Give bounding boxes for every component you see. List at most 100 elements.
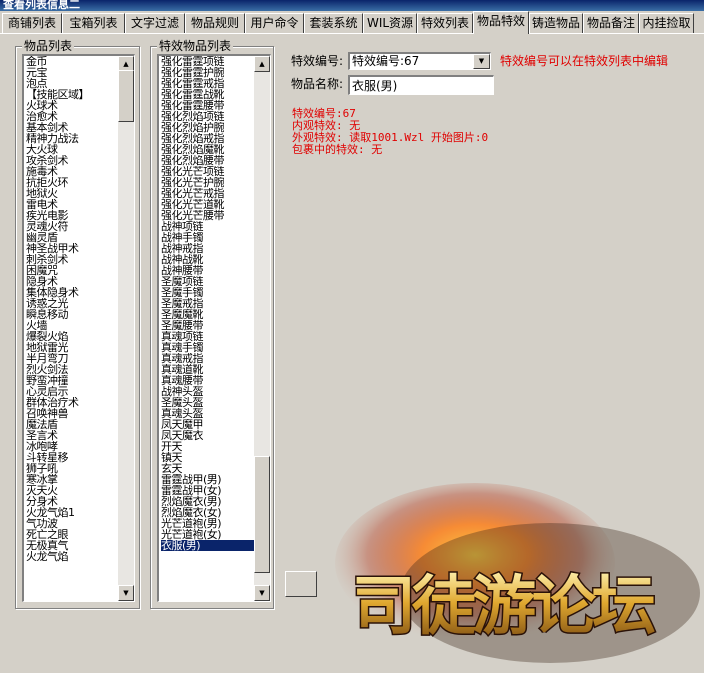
list-item[interactable]: 神圣战甲术 [26,243,118,254]
list-item[interactable]: 圣言术 [26,430,118,441]
list-item[interactable]: 凤天魔甲 [161,419,254,430]
list-item[interactable]: 大火球 [26,144,118,155]
list-item[interactable]: 强化雷霆战靴 [161,89,254,100]
list-item[interactable]: 野蛮冲撞 [26,375,118,386]
tab-12[interactable]: 内挂捡取 [639,13,694,33]
list-item[interactable]: 抗拒火环 [26,177,118,188]
list-item[interactable]: 战神头盔 [161,386,254,397]
list-item[interactable]: 金币 [26,56,118,67]
list-item[interactable]: 强化烈焰魔靴 [161,144,254,155]
tab-9[interactable]: 物品特效 [473,11,529,34]
list-item[interactable]: 元宝 [26,67,118,78]
list-item[interactable]: 强化雷霆项链 [161,56,254,67]
scroll-down-icon[interactable]: ▼ [118,585,134,601]
tab-2[interactable]: 宝箱列表 [62,13,125,33]
list-item[interactable]: 战神腰带 [161,265,254,276]
list-item[interactable]: 火龙气焰 [26,551,118,562]
list-item[interactable]: 烈焰魔衣(女) [161,507,254,518]
list-item[interactable]: 战神项链 [161,221,254,232]
list-item[interactable]: 强化光芒道靴 [161,199,254,210]
list-item[interactable]: 强化光芒腰带 [161,210,254,221]
list-item[interactable]: 强化光芒戒指 [161,188,254,199]
list-item[interactable]: 强化烈焰戒指 [161,133,254,144]
list-item[interactable]: 火龙气焰1 [26,507,118,518]
list-item[interactable]: 圣魔项链 [161,276,254,287]
list-item[interactable]: 诱惑之光 [26,298,118,309]
list-item[interactable]: 真魂道靴 [161,364,254,375]
list-item[interactable]: 凤天魔衣 [161,430,254,441]
list-item[interactable]: 开天 [161,441,254,452]
list-item[interactable]: 心灵启示 [26,386,118,397]
list-item[interactable]: 真魂腰带 [161,375,254,386]
list-item[interactable]: 死亡之眼 [26,529,118,540]
effect-listbox[interactable]: 强化雷霆项链 强化雷霆护腕 强化雷霆戒指 强化雷霆战靴 强化雷霆腰带 强化烈焰项链 强化烈焰… [157,54,271,602]
chevron-down-icon[interactable]: ▼ [473,54,490,69]
list-item[interactable]: 玄天 [161,463,254,474]
list-item[interactable]: 战神手镯 [161,232,254,243]
list-item[interactable]: 施毒术 [26,166,118,177]
list-item[interactable]: 灵魂火符 [26,221,118,232]
list-item[interactable]: 圣魔腰带 [161,320,254,331]
list-item[interactable]: 烈焰魔衣(男) [161,496,254,507]
effect-no-select[interactable]: 特效编号:67 ▼ [348,52,491,70]
list-item[interactable]: 疾光电影 [26,210,118,221]
item-name-field[interactable] [348,75,494,95]
tab-5[interactable]: 用户命令 [245,13,304,33]
list-item[interactable]: 【技能区域】 [26,89,118,100]
list-item[interactable]: 斗转星移 [26,452,118,463]
list-item[interactable]: 寒冰掌 [26,474,118,485]
tab-4[interactable]: 物品规则 [185,13,245,33]
list-item[interactable]: 地狱火 [26,188,118,199]
tab-6[interactable]: 套装系统 [304,13,363,33]
list-item[interactable]: 分身术 [26,496,118,507]
list-item[interactable]: 治愈术 [26,111,118,122]
list-item[interactable]: 强化烈焰护腕 [161,122,254,133]
list-item[interactable]: 隐身术 [26,276,118,287]
tab-7[interactable]: WIL资源 [363,13,417,33]
list-item[interactable]: 雷电术 [26,199,118,210]
list-item[interactable]: 狮子吼 [26,463,118,474]
list-item[interactable]: 雷霆战甲(女) [161,485,254,496]
list-item[interactable]: 真魂戒指 [161,353,254,364]
list-item[interactable]: 半月弯刀 [26,353,118,364]
list-item[interactable]: 灭天火 [26,485,118,496]
list-item[interactable]: 地狱雷光 [26,342,118,353]
tab-11[interactable]: 物品备注 [583,13,639,33]
tab-1[interactable]: 商铺列表 [2,13,62,33]
tab-8[interactable]: 特效列表 [417,13,473,33]
tab-3[interactable]: 文字过滤 [125,13,185,33]
list-item[interactable]: 精神力战法 [26,133,118,144]
list-item[interactable]: 魔法盾 [26,419,118,430]
list-item[interactable]: 群体治疗术 [26,397,118,408]
list-item[interactable]: 召唤神兽 [26,408,118,419]
list-item[interactable]: 真魂头盔 [161,408,254,419]
scroll-down-icon[interactable]: ▼ [254,585,270,601]
list-item[interactable]: 瞬息移动 [26,309,118,320]
list-item[interactable]: 强化烈焰腰带 [161,155,254,166]
list-item[interactable]: 气功波 [26,518,118,529]
list-item[interactable]: 光芒道袍(女) [161,529,254,540]
list-item[interactable]: 真魂项链 [161,331,254,342]
list-item[interactable]: 光芒道袍(男) [161,518,254,529]
list-item[interactable]: 强化烈焰项链 [161,111,254,122]
list-item[interactable]: 泡点 [26,78,118,89]
list-item[interactable]: 烈火剑法 [26,364,118,375]
list-item[interactable]: 强化光芒项链 [161,166,254,177]
list-item[interactable]: 强化雷霆戒指 [161,78,254,89]
list-item[interactable]: 基本剑术 [26,122,118,133]
list-item[interactable]: 强化雷霆护腕 [161,67,254,78]
scroll-thumb[interactable] [118,70,134,122]
list-item[interactable]: 强化雷霆腰带 [161,100,254,111]
list-item[interactable]: 强化光芒护腕 [161,177,254,188]
tab-10[interactable]: 铸造物品 [529,13,583,33]
list-item[interactable]: 冰咆哮 [26,441,118,452]
list-item[interactable]: 爆裂火焰 [26,331,118,342]
list-item[interactable]: 集体隐身术 [26,287,118,298]
list-item[interactable]: 战神战靴 [161,254,254,265]
list-item[interactable]: 刺杀剑术 [26,254,118,265]
list-item[interactable]: 幽灵盾 [26,232,118,243]
effect-list-scrollbar[interactable]: ▲ ▼ [254,56,270,601]
list-item[interactable]: 战神戒指 [161,243,254,254]
list-item[interactable]: 真魂手镯 [161,342,254,353]
scroll-thumb[interactable] [254,456,270,573]
